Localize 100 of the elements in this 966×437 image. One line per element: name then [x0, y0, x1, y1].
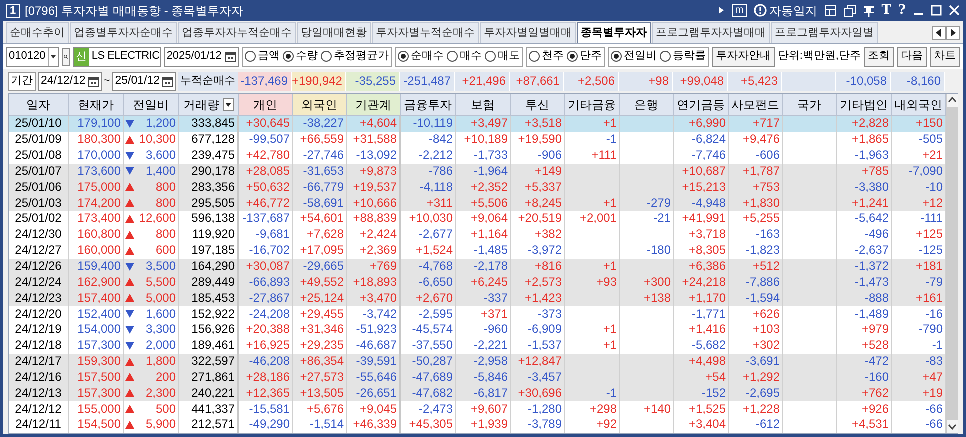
stock-name-field[interactable]: 신 LS ELECTRIC — [72, 46, 161, 66]
table-cell: -24,208 — [249, 306, 290, 322]
action-button[interactable]: 차트 — [930, 46, 960, 66]
column-header[interactable]: 연기금등 — [674, 94, 729, 116]
table-cell: +2,369 — [360, 243, 397, 258]
table-cell: +1,292 — [742, 370, 780, 385]
vertical-scrollbar[interactable] — [946, 94, 958, 433]
column-header[interactable]: 내외국인 — [892, 94, 946, 116]
radio-circle[interactable] — [566, 51, 578, 62]
column-header[interactable]: 국가 — [783, 94, 837, 116]
column-header[interactable]: 현재가 — [69, 94, 124, 116]
column-header[interactable]: 거래량 — [179, 94, 239, 116]
tab[interactable]: 투자자별일별매매 — [480, 22, 576, 43]
column-header[interactable]: 일자 — [9, 94, 69, 116]
table-row[interactable]: 24/12/13 157,300 2,300 240,221 +12,365 +13,505 -26,651 -47,682 -6,817 +30,696 -1 -152 -2,695 +762 +19 — [9, 385, 946, 402]
column-header[interactable]: 금융투자 — [401, 94, 456, 116]
tab[interactable]: 업종투자자누적순매수 — [178, 22, 296, 43]
table-cell: -5,682 — [692, 338, 726, 354]
table-cell: +3,518 — [524, 116, 562, 132]
tab-scroll-right-icon[interactable] — [946, 26, 960, 40]
table-cell: 25/01/03 — [15, 196, 62, 211]
column-header[interactable]: 기관계 — [347, 94, 401, 116]
table-row[interactable]: 24/12/16 157,500 200 271,861 +28,186 +27,573 -55,646 -47,689 -5,846 -3,457 +54 +1,292 -160 +47 — [9, 370, 946, 386]
table-cell: +125 — [916, 227, 943, 242]
table-row[interactable]: 24/12/24 162,900 5,500 289,449 -66,893 +49,552 +18,893 -6,650 +6,245 +2,573 +93 +300 +24,218 -7,886 -1,473 -79 — [9, 274, 946, 290]
radio-circle[interactable] — [398, 51, 409, 62]
radio-option[interactable]: 매도 — [484, 48, 520, 65]
toolbar-glyph-button[interactable]: T — [882, 0, 892, 20]
close-icon[interactable] — [949, 5, 960, 16]
radio-circle[interactable] — [610, 51, 622, 62]
radio-option[interactable]: 순매수 — [398, 48, 444, 65]
radio-option[interactable]: 금액 — [244, 48, 280, 65]
tab[interactable]: 당일매매현황 — [297, 22, 371, 43]
play-icon[interactable] — [718, 6, 726, 15]
calendar-icon[interactable] — [224, 51, 236, 62]
radio-option[interactable]: 등락률 — [660, 48, 706, 65]
table-cell-text: 10,300 — [139, 132, 177, 148]
date-field[interactable]: 2025/01/12 — [164, 46, 239, 66]
radio-option[interactable]: 추정평균가 — [320, 48, 389, 65]
search-icon[interactable] — [62, 48, 70, 66]
radio-option[interactable]: 단주 — [566, 48, 602, 65]
alert-icon — [754, 4, 767, 17]
table-row[interactable]: 25/01/03 174,200 800 295,505 +46,772 -58,691 +10,666 +311 +5,506 +8,245 +1 -279 -4,948 +1,830 +1,241 +12 — [9, 195, 946, 212]
radio-circle[interactable] — [282, 51, 294, 62]
memo-button[interactable]: m — [732, 4, 747, 17]
table-cell: -6,824 — [692, 132, 726, 148]
table-cell: -5,642 — [854, 211, 889, 226]
tab[interactable]: 순매수추이 — [6, 22, 69, 43]
table-cell: 295,505 — [192, 196, 235, 211]
column-header[interactable]: 보험 — [456, 94, 511, 116]
table-cell: -1,537 — [528, 338, 562, 354]
window-layout-icon[interactable] — [824, 4, 837, 16]
radio-option[interactable]: 매수 — [446, 48, 482, 65]
column-header[interactable]: 외국인 — [293, 94, 347, 116]
tab[interactable]: 투자자별누적순매수 — [372, 22, 479, 43]
action-button[interactable]: 조회 — [864, 46, 894, 66]
table-cell: -66 — [926, 402, 943, 417]
start-date-field[interactable]: 24/12/12 — [38, 72, 102, 91]
sort-dropdown-icon[interactable] — [222, 98, 234, 111]
action-button[interactable]: 다음 — [897, 46, 927, 66]
radio-option[interactable]: 전일비 — [610, 48, 657, 65]
column-header[interactable]: 은행 — [620, 94, 674, 116]
tab[interactable]: 업종별투자자순매수 — [70, 22, 177, 43]
column-header[interactable]: 전일비 — [124, 94, 179, 116]
pin-icon[interactable] — [862, 4, 875, 16]
radio-option[interactable]: 천주 — [528, 48, 564, 65]
column-header[interactable]: 기타법인 — [837, 94, 892, 116]
investor-guide-button[interactable]: 투자자안내 — [712, 46, 775, 66]
tab-scroll-left-icon[interactable] — [932, 26, 946, 40]
table-cell: -1,733 — [474, 148, 508, 164]
radio-option[interactable]: 수량 — [282, 48, 318, 65]
calendar-icon[interactable] — [88, 76, 99, 87]
table-cell: +42,780 — [246, 148, 290, 164]
column-header[interactable]: 개인 — [239, 94, 293, 116]
table-cell: +10,666 — [353, 196, 397, 211]
copy-window-icon[interactable] — [844, 4, 856, 16]
maximize-icon[interactable] — [931, 5, 942, 16]
table-cell: -960 — [484, 322, 508, 338]
table-row[interactable]: 24/12/23 157,400 5,000 185,453 -27,867 +25,124 +3,470 +2,670 -337 +1,423 +138 +1,170 -1,594 -888 +161 — [9, 290, 946, 306]
end-date-field[interactable]: 25/01/12 — [112, 72, 176, 91]
diary-button[interactable]: 자동일지 — [754, 2, 818, 20]
column-header[interactable]: 사모펀드 — [729, 94, 783, 116]
tab[interactable]: 프로그램투자자일별 — [771, 22, 878, 43]
table-row[interactable]: 25/01/10 179,100 1,200 333,845 +30,645 -38,227 +4,604 -10,119 +3,497 +3,518 +1 +6,990 +717 +2,828 +150 — [9, 116, 946, 132]
table-cell: +17,095 — [300, 243, 344, 258]
table-row[interactable]: 25/01/07 173,600 1,400 290,178 +28,085 -31,653 +9,873 -786 -1,964 +149 +10,687 +1,787 +785 -7,090 — [9, 164, 946, 180]
calendar-icon[interactable] — [162, 76, 173, 87]
stock-code-field[interactable]: 010120 — [6, 46, 59, 66]
table-cell-text: 3,500 — [146, 259, 177, 274]
tab[interactable]: 프로그램투자자별매매 — [652, 22, 770, 43]
scroll-thumb[interactable] — [947, 107, 958, 420]
table-cell: +9,064 — [470, 211, 508, 226]
summary-cell: +99,048 — [673, 72, 728, 91]
table-row[interactable]: 24/12/17 159,300 1,800 322,597 -46,208 +86,354 -39,591 -50,287 -2,958 +12,847 +4,498 -3,691 -472 -83 — [9, 354, 946, 370]
tab[interactable]: 종목별투자자 — [577, 22, 651, 43]
toolbar-glyph-button[interactable]: ? — [898, 0, 906, 20]
table-row[interactable]: 25/01/06 175,000 800 283,356 +50,632 -66,779 +19,537 -4,118 +2,352 +5,337 +15,213 +753 -3,380 -10 — [9, 179, 946, 196]
column-header[interactable]: 투신 — [511, 94, 565, 116]
table-row[interactable]: 24/12/26 159,400 3,500 164,290 +30,087 -29,665 +769 -4,768 -2,178 +816 +1 +6,386 +512 -1,372 +181 — [9, 258, 946, 274]
column-header[interactable]: 기타금융 — [565, 94, 620, 116]
